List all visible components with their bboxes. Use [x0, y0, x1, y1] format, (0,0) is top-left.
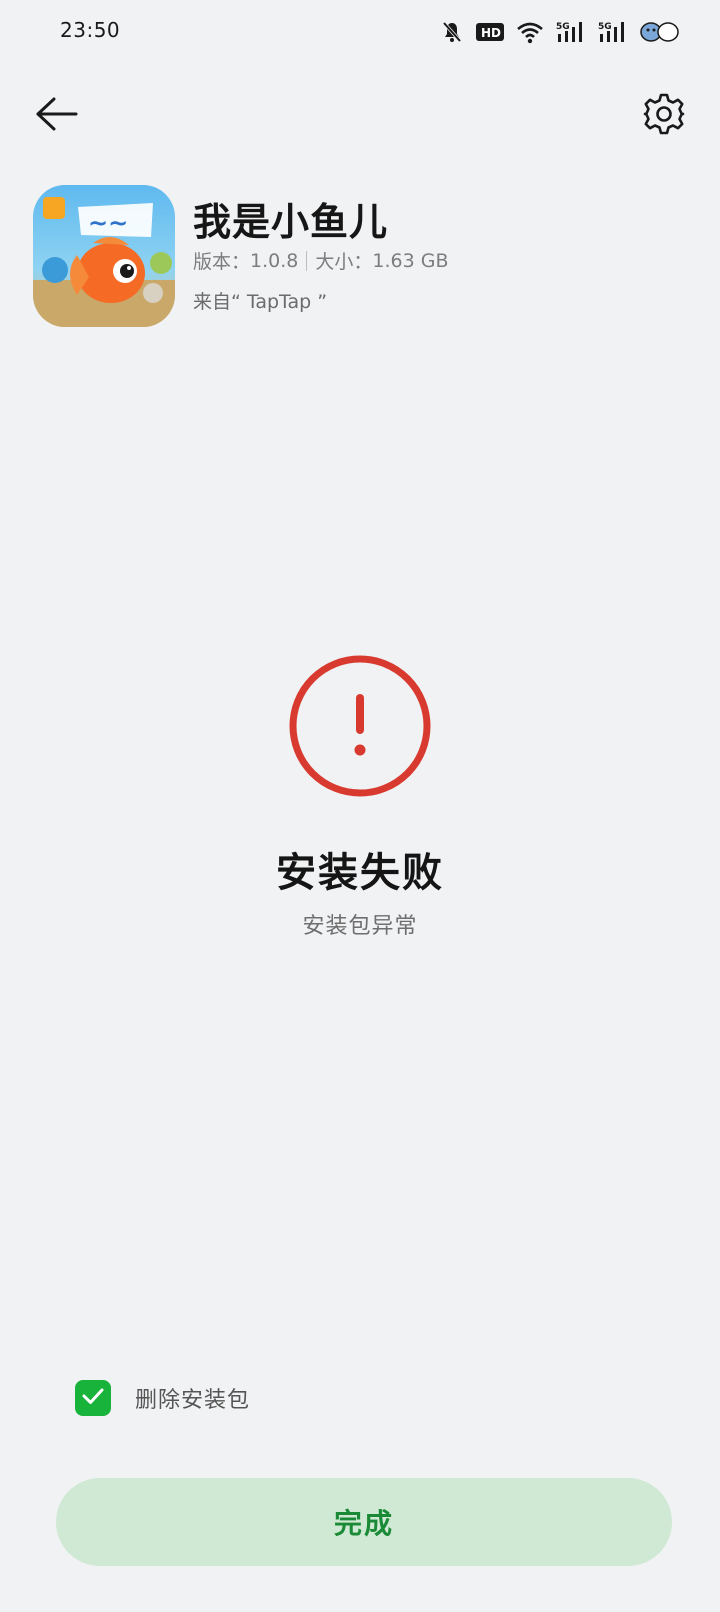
wifi-icon: [516, 20, 544, 44]
error-exclamation-icon: [286, 652, 434, 800]
delete-package-label: 删除安装包: [135, 1388, 251, 1413]
checkmark-icon: [80, 1383, 106, 1413]
app-meta: 版本： 1.0.8 大小： 1.63 GB: [193, 247, 449, 274]
delete-package-option[interactable]: 删除安装包: [75, 1380, 250, 1416]
svg-text:~~: ~~: [88, 209, 128, 237]
app-source: 来自“ TapTap ”: [193, 291, 328, 313]
5g-signal-icon: 5G: [556, 20, 586, 44]
app-version: 1.0.8: [250, 249, 299, 272]
net-label: 5G: [598, 22, 612, 32]
done-button-label: 完成: [333, 1507, 394, 1540]
app-info: ~~ 我是小鱼儿 版本： 1.0.8 大小： 1.63 GB 来自“ TapTa…: [33, 185, 683, 327]
app-icon: ~~: [33, 185, 175, 327]
done-button[interactable]: 完成: [56, 1478, 672, 1566]
gear-icon: [642, 92, 686, 140]
status-bar: 23:50 HD 5G 5G: [0, 0, 720, 64]
status-icons: HD 5G 5G: [440, 18, 680, 46]
app-name: 我是小鱼儿: [193, 200, 389, 244]
result-subtitle: 安装包异常: [302, 914, 418, 939]
version-label: 版本：: [193, 251, 251, 273]
mute-bell-icon: [440, 20, 464, 44]
meta-divider: [306, 250, 308, 271]
hd-icon: HD: [476, 21, 504, 43]
size-label: 大小：: [315, 251, 373, 273]
settings-button[interactable]: [638, 90, 690, 142]
app-size: 1.63 GB: [372, 249, 449, 272]
delete-package-checkbox[interactable]: [75, 1380, 111, 1416]
net-label: 5G: [556, 22, 570, 32]
back-arrow-icon: [34, 96, 78, 136]
battery-icon: [640, 20, 680, 44]
back-button[interactable]: [30, 92, 82, 140]
result-title: 安装失败: [276, 850, 444, 896]
5g-signal-icon: 5G: [598, 20, 628, 44]
status-time: 23:50: [60, 18, 121, 42]
hd-label: HD: [481, 26, 501, 40]
